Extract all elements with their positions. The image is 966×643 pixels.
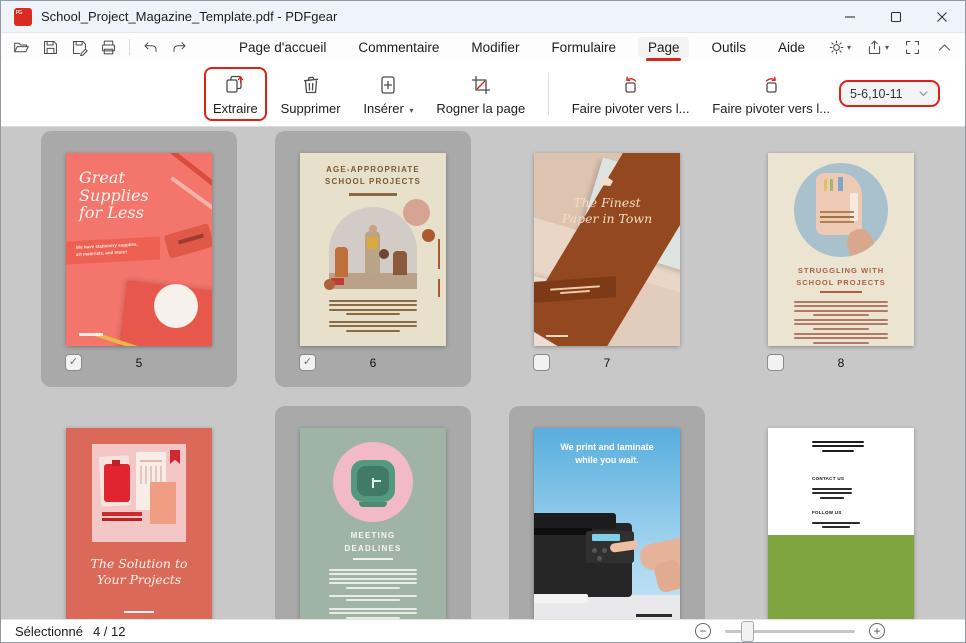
crop-page-button[interactable]: Rogner la page bbox=[427, 67, 534, 121]
page-cell-12[interactable]: CONTACT US FOLLOW US 12 bbox=[743, 406, 939, 621]
minimize-button[interactable] bbox=[827, 1, 873, 33]
zoom-control: − + bbox=[695, 623, 885, 639]
tab-commentaire[interactable]: Commentaire bbox=[348, 37, 449, 58]
page-number-6: 6 bbox=[275, 356, 471, 370]
redo-icon[interactable] bbox=[171, 39, 188, 56]
extract-button[interactable]: Extraire bbox=[204, 67, 267, 121]
share-icon[interactable]: ▾ bbox=[866, 39, 889, 56]
chevron-down-icon: ▾ bbox=[885, 43, 889, 52]
fullscreen-icon[interactable] bbox=[904, 39, 921, 56]
page-thumbnail-5[interactable]: Great Supplies for Less We have statione… bbox=[66, 153, 212, 346]
rotate-right-label: Faire pivoter vers l... bbox=[712, 101, 830, 116]
rotate-left-label: Faire pivoter vers l... bbox=[572, 101, 690, 116]
page-cell-7[interactable]: The Finest Paper in Town 7 bbox=[509, 131, 705, 387]
page-thumbnail-9[interactable]: The Solution to Your Projects bbox=[66, 428, 212, 621]
rotate-right-button[interactable]: Faire pivoter vers l... bbox=[703, 67, 839, 121]
delete-label: Supprimer bbox=[281, 101, 341, 116]
extract-label: Extraire bbox=[213, 101, 258, 116]
tab-outils[interactable]: Outils bbox=[701, 37, 756, 58]
crop-label: Rogner la page bbox=[436, 101, 525, 116]
rotate-right-icon bbox=[760, 72, 782, 96]
extract-pages-icon bbox=[224, 72, 246, 96]
tab-aide[interactable]: Aide bbox=[768, 37, 815, 58]
page-thumbnail-6[interactable]: AGE-APPROPRIATE SCHOOL PROJECTS bbox=[300, 153, 446, 346]
page-thumbnail-10[interactable]: MEETING DEADLINES bbox=[300, 428, 446, 621]
print-icon[interactable] bbox=[100, 39, 117, 56]
page-toolbar: Extraire Supprimer Insérer ▾ Rogner la p… bbox=[1, 61, 965, 127]
tab-page-daccueil[interactable]: Page d'accueil bbox=[229, 37, 336, 58]
page-cell-11[interactable]: We print and laminate while you wait. bbox=[509, 406, 705, 621]
zoom-slider-handle[interactable] bbox=[741, 621, 754, 642]
page-number-5: 5 bbox=[41, 356, 237, 370]
open-file-icon[interactable] bbox=[13, 39, 30, 56]
tab-modifier[interactable]: Modifier bbox=[461, 37, 529, 58]
page-range-value: 5-6,10-11 bbox=[850, 87, 918, 101]
collapse-ribbon-icon[interactable] bbox=[936, 39, 953, 56]
save-as-icon[interactable] bbox=[71, 39, 88, 56]
rotate-left-icon bbox=[620, 72, 642, 96]
zoom-out-button[interactable]: − bbox=[695, 623, 711, 639]
page-thumbnail-12[interactable]: CONTACT US FOLLOW US bbox=[768, 428, 914, 621]
delete-button[interactable]: Supprimer bbox=[272, 67, 350, 121]
crop-icon bbox=[470, 72, 492, 96]
theme-icon[interactable]: ▾ bbox=[828, 39, 851, 56]
undo-icon[interactable] bbox=[142, 39, 159, 56]
page-cell-9[interactable]: The Solution to Your Projects 9 bbox=[41, 406, 237, 621]
page-cell-8[interactable]: STRUGGLING WITH SCHOOL PROJECTS 8 bbox=[743, 131, 939, 387]
chevron-down-icon bbox=[918, 88, 929, 99]
save-icon[interactable] bbox=[42, 39, 59, 56]
page-grid: Great Supplies for Less We have statione… bbox=[1, 127, 965, 621]
menu-tabs: Page d'accueil Commentaire Modifier Form… bbox=[229, 33, 815, 61]
page-range-combobox[interactable]: 5-6,10-11 bbox=[839, 80, 940, 107]
close-button[interactable] bbox=[919, 1, 965, 33]
rotate-left-button[interactable]: Faire pivoter vers l... bbox=[563, 67, 699, 121]
page-number-8: 8 bbox=[743, 356, 939, 370]
window-controls bbox=[827, 1, 965, 33]
page-thumbnail-8[interactable]: STRUGGLING WITH SCHOOL PROJECTS bbox=[768, 153, 914, 346]
divider bbox=[129, 39, 130, 55]
page-cell-10[interactable]: MEETING DEADLINES ✓ 10 bbox=[275, 406, 471, 621]
page-thumbnail-11[interactable]: We print and laminate while you wait. bbox=[534, 428, 680, 621]
maximize-button[interactable] bbox=[873, 1, 919, 33]
menu-bar: Page d'accueil Commentaire Modifier Form… bbox=[1, 33, 965, 61]
insert-button[interactable]: Insérer ▾ bbox=[354, 67, 422, 121]
zoom-in-button[interactable]: + bbox=[869, 623, 885, 639]
selected-label: Sélectionné bbox=[15, 624, 83, 639]
selected-count: 4 / 12 bbox=[93, 624, 126, 639]
insert-page-icon bbox=[377, 72, 399, 96]
tab-formulaire[interactable]: Formulaire bbox=[541, 37, 626, 58]
title-bar: School_Project_Magazine_Template.pdf - P… bbox=[1, 1, 965, 33]
chevron-down-icon: ▾ bbox=[847, 43, 851, 52]
page-cell-6[interactable]: AGE-APPROPRIATE SCHOOL PROJECTS bbox=[275, 131, 471, 387]
zoom-slider[interactable] bbox=[725, 630, 855, 633]
chevron-down-icon: ▾ bbox=[409, 106, 413, 115]
trash-icon bbox=[300, 72, 322, 96]
tab-page[interactable]: Page bbox=[638, 37, 690, 58]
pdfgear-window: School_Project_Magazine_Template.pdf - P… bbox=[0, 0, 966, 643]
window-title: School_Project_Magazine_Template.pdf - P… bbox=[41, 9, 337, 24]
page-number-7: 7 bbox=[509, 356, 705, 370]
status-bar: Sélectionné 4 / 12 − + bbox=[1, 619, 965, 642]
page-thumbnail-7[interactable]: The Finest Paper in Town bbox=[534, 153, 680, 346]
pdfgear-logo-icon bbox=[14, 8, 32, 26]
insert-label: Insérer ▾ bbox=[363, 101, 413, 116]
page-cell-5[interactable]: Great Supplies for Less We have statione… bbox=[41, 131, 237, 387]
